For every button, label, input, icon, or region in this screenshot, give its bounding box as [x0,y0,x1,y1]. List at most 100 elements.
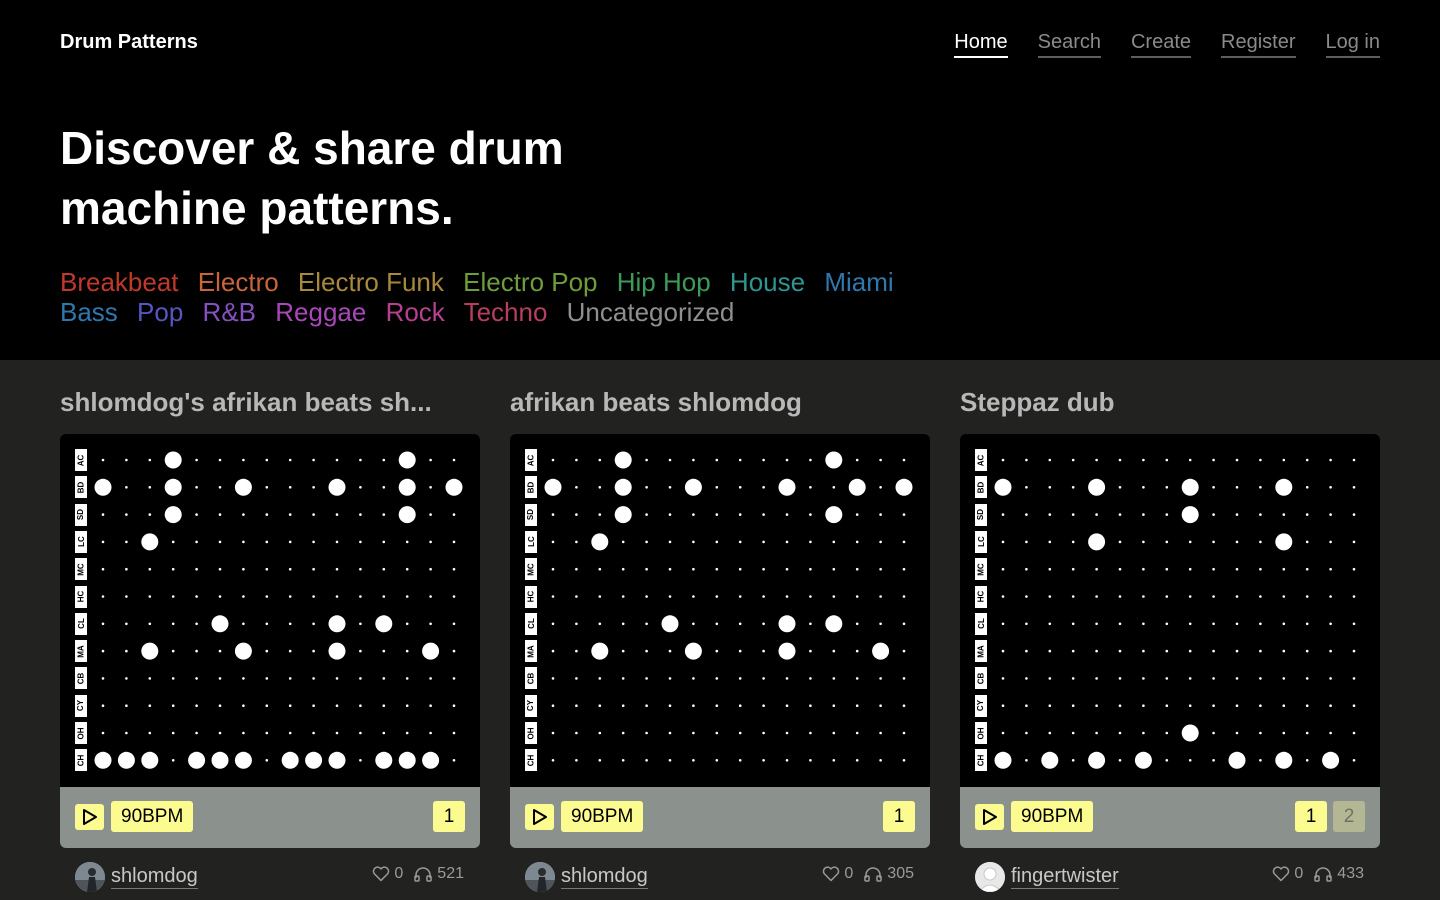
username-link[interactable]: shlomdog [111,864,198,889]
step-on[interactable] [614,506,632,524]
step-off[interactable] [598,513,602,516]
step-off[interactable] [242,458,245,462]
step-off[interactable] [242,567,245,571]
step-off[interactable] [1142,704,1145,707]
step-off[interactable] [405,649,409,653]
step-off[interactable] [452,759,456,762]
pattern-title[interactable]: shlomdog's afrikan beats sh... [60,384,480,420]
step-off[interactable] [668,649,672,653]
step-off[interactable] [575,567,578,571]
step-off[interactable] [1142,677,1145,680]
step-off[interactable] [692,513,695,516]
step-off[interactable] [692,704,695,707]
step-off[interactable] [242,540,245,544]
step-off[interactable] [645,513,648,516]
step-off[interactable] [1001,649,1005,653]
page-button-2[interactable]: 2 [1333,801,1365,832]
step-off[interactable] [335,540,339,544]
step-off[interactable] [1259,731,1262,735]
step-off[interactable] [452,649,456,653]
step-off[interactable] [1071,759,1075,762]
step-off[interactable] [575,677,578,680]
nav-log-in[interactable]: Log in [1325,30,1380,58]
step-off[interactable] [1352,649,1356,653]
step-off[interactable] [148,731,152,735]
step-off[interactable] [265,458,269,462]
step-off[interactable] [1095,595,1098,598]
heart-icon[interactable] [822,866,840,882]
step-off[interactable] [125,486,128,489]
step-on[interactable] [684,478,702,496]
step-off[interactable] [738,458,742,462]
step-off[interactable] [125,567,128,571]
step-off[interactable] [1118,677,1122,680]
pattern-steps[interactable] [60,434,480,787]
step-off[interactable] [171,595,175,598]
step-off[interactable] [738,567,742,571]
step-off[interactable] [1212,567,1215,571]
step-off[interactable] [265,540,269,544]
step-off[interactable] [288,622,292,626]
site-logo[interactable]: Drum Patterns [60,31,198,54]
step-off[interactable] [1048,704,1052,707]
step-on[interactable] [1181,478,1199,496]
step-off[interactable] [575,622,578,626]
step-off[interactable] [621,567,625,571]
step-off[interactable] [1329,567,1332,571]
play-button[interactable] [975,804,1004,830]
step-off[interactable] [1025,731,1028,735]
step-off[interactable] [1259,677,1262,680]
step-on[interactable] [164,478,182,496]
step-off[interactable] [1025,486,1028,489]
step-off[interactable] [575,513,578,516]
step-off[interactable] [242,513,245,516]
step-off[interactable] [1259,513,1262,516]
step-off[interactable] [335,567,339,571]
step-off[interactable] [1235,595,1239,598]
step-off[interactable] [1095,513,1098,516]
step-off[interactable] [1282,731,1286,735]
step-on[interactable] [375,615,393,633]
step-on[interactable] [591,533,609,551]
pattern-steps[interactable] [510,434,930,787]
step-off[interactable] [645,458,648,462]
step-off[interactable] [1305,677,1309,680]
step-off[interactable] [265,759,269,762]
step-off[interactable] [1048,458,1052,462]
step-off[interactable] [171,759,175,762]
step-off[interactable] [1259,486,1262,489]
step-off[interactable] [1142,595,1145,598]
step-off[interactable] [148,513,152,516]
step-off[interactable] [785,759,789,762]
step-on[interactable] [328,615,346,633]
step-off[interactable] [1118,540,1122,544]
step-on[interactable] [141,751,159,769]
step-off[interactable] [359,704,362,707]
step-off[interactable] [855,677,859,680]
step-off[interactable] [1071,677,1075,680]
step-on[interactable] [1275,533,1293,551]
step-off[interactable] [1071,622,1075,626]
step-off[interactable] [645,567,648,571]
username-link[interactable]: shlomdog [561,864,648,889]
step-off[interactable] [692,595,695,598]
step-off[interactable] [809,486,812,489]
step-off[interactable] [762,731,765,735]
step-off[interactable] [715,458,719,462]
step-off[interactable] [551,458,555,462]
step-off[interactable] [1282,567,1286,571]
step-off[interactable] [218,513,222,516]
step-off[interactable] [312,567,315,571]
step-off[interactable] [1188,458,1192,462]
step-off[interactable] [715,677,719,680]
step-off[interactable] [621,759,625,762]
page-button-1[interactable]: 1 [433,801,465,832]
step-off[interactable] [405,704,409,707]
step-off[interactable] [1165,540,1169,544]
step-off[interactable] [218,595,222,598]
step-off[interactable] [171,622,175,626]
step-off[interactable] [1352,595,1356,598]
genre-techno[interactable]: Techno [464,297,548,327]
step-off[interactable] [879,677,882,680]
step-off[interactable] [902,677,906,680]
